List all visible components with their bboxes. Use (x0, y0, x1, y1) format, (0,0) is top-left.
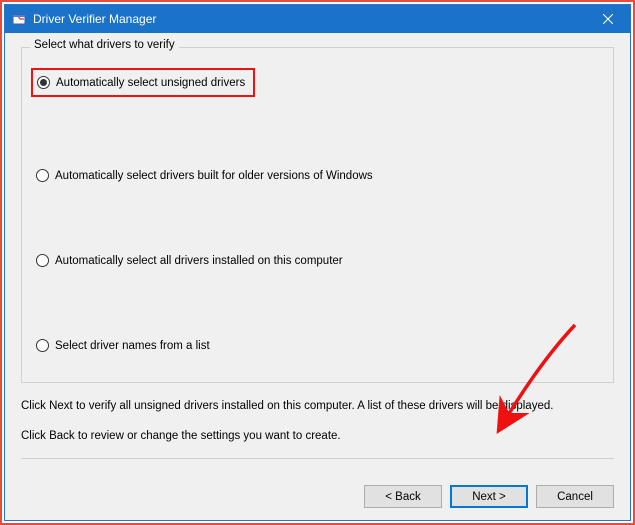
driver-select-group: Select what drivers to verify Automatica… (21, 47, 614, 383)
radio-label: Select driver names from a list (55, 340, 210, 352)
window-title: Driver Verifier Manager (33, 12, 586, 26)
radio-option-older-windows[interactable]: Automatically select drivers built for o… (36, 169, 599, 182)
radio-option-unsigned[interactable]: Automatically select unsigned drivers (36, 68, 599, 97)
content-area: Select what drivers to verify Automatica… (5, 33, 630, 475)
info-line: Click Back to review or change the setti… (21, 427, 614, 445)
close-button[interactable] (586, 5, 630, 33)
info-line: Click Next to verify all unsigned driver… (21, 397, 614, 415)
radio-icon (36, 254, 49, 267)
radio-label: Automatically select unsigned drivers (56, 77, 245, 89)
wizard-buttons: < Back Next > Cancel (5, 475, 630, 520)
radio-label: Automatically select all drivers install… (55, 255, 343, 267)
radio-icon (37, 76, 50, 89)
separator (21, 458, 614, 459)
close-icon (603, 14, 613, 24)
verifier-icon (11, 11, 27, 27)
cancel-button[interactable]: Cancel (536, 485, 614, 508)
info-text: Click Next to verify all unsigned driver… (21, 397, 614, 446)
window-frame: Driver Verifier Manager Select what driv… (4, 4, 631, 521)
highlight-box: Automatically select unsigned drivers (31, 68, 255, 97)
radio-label: Automatically select drivers built for o… (55, 170, 373, 182)
radio-icon (36, 169, 49, 182)
radio-option-all-drivers[interactable]: Automatically select all drivers install… (36, 254, 599, 267)
radio-option-from-list[interactable]: Select driver names from a list (36, 339, 599, 352)
back-button[interactable]: < Back (364, 485, 442, 508)
next-button[interactable]: Next > (450, 485, 528, 508)
radio-icon (36, 339, 49, 352)
group-legend: Select what drivers to verify (30, 39, 179, 51)
titlebar[interactable]: Driver Verifier Manager (5, 5, 630, 33)
